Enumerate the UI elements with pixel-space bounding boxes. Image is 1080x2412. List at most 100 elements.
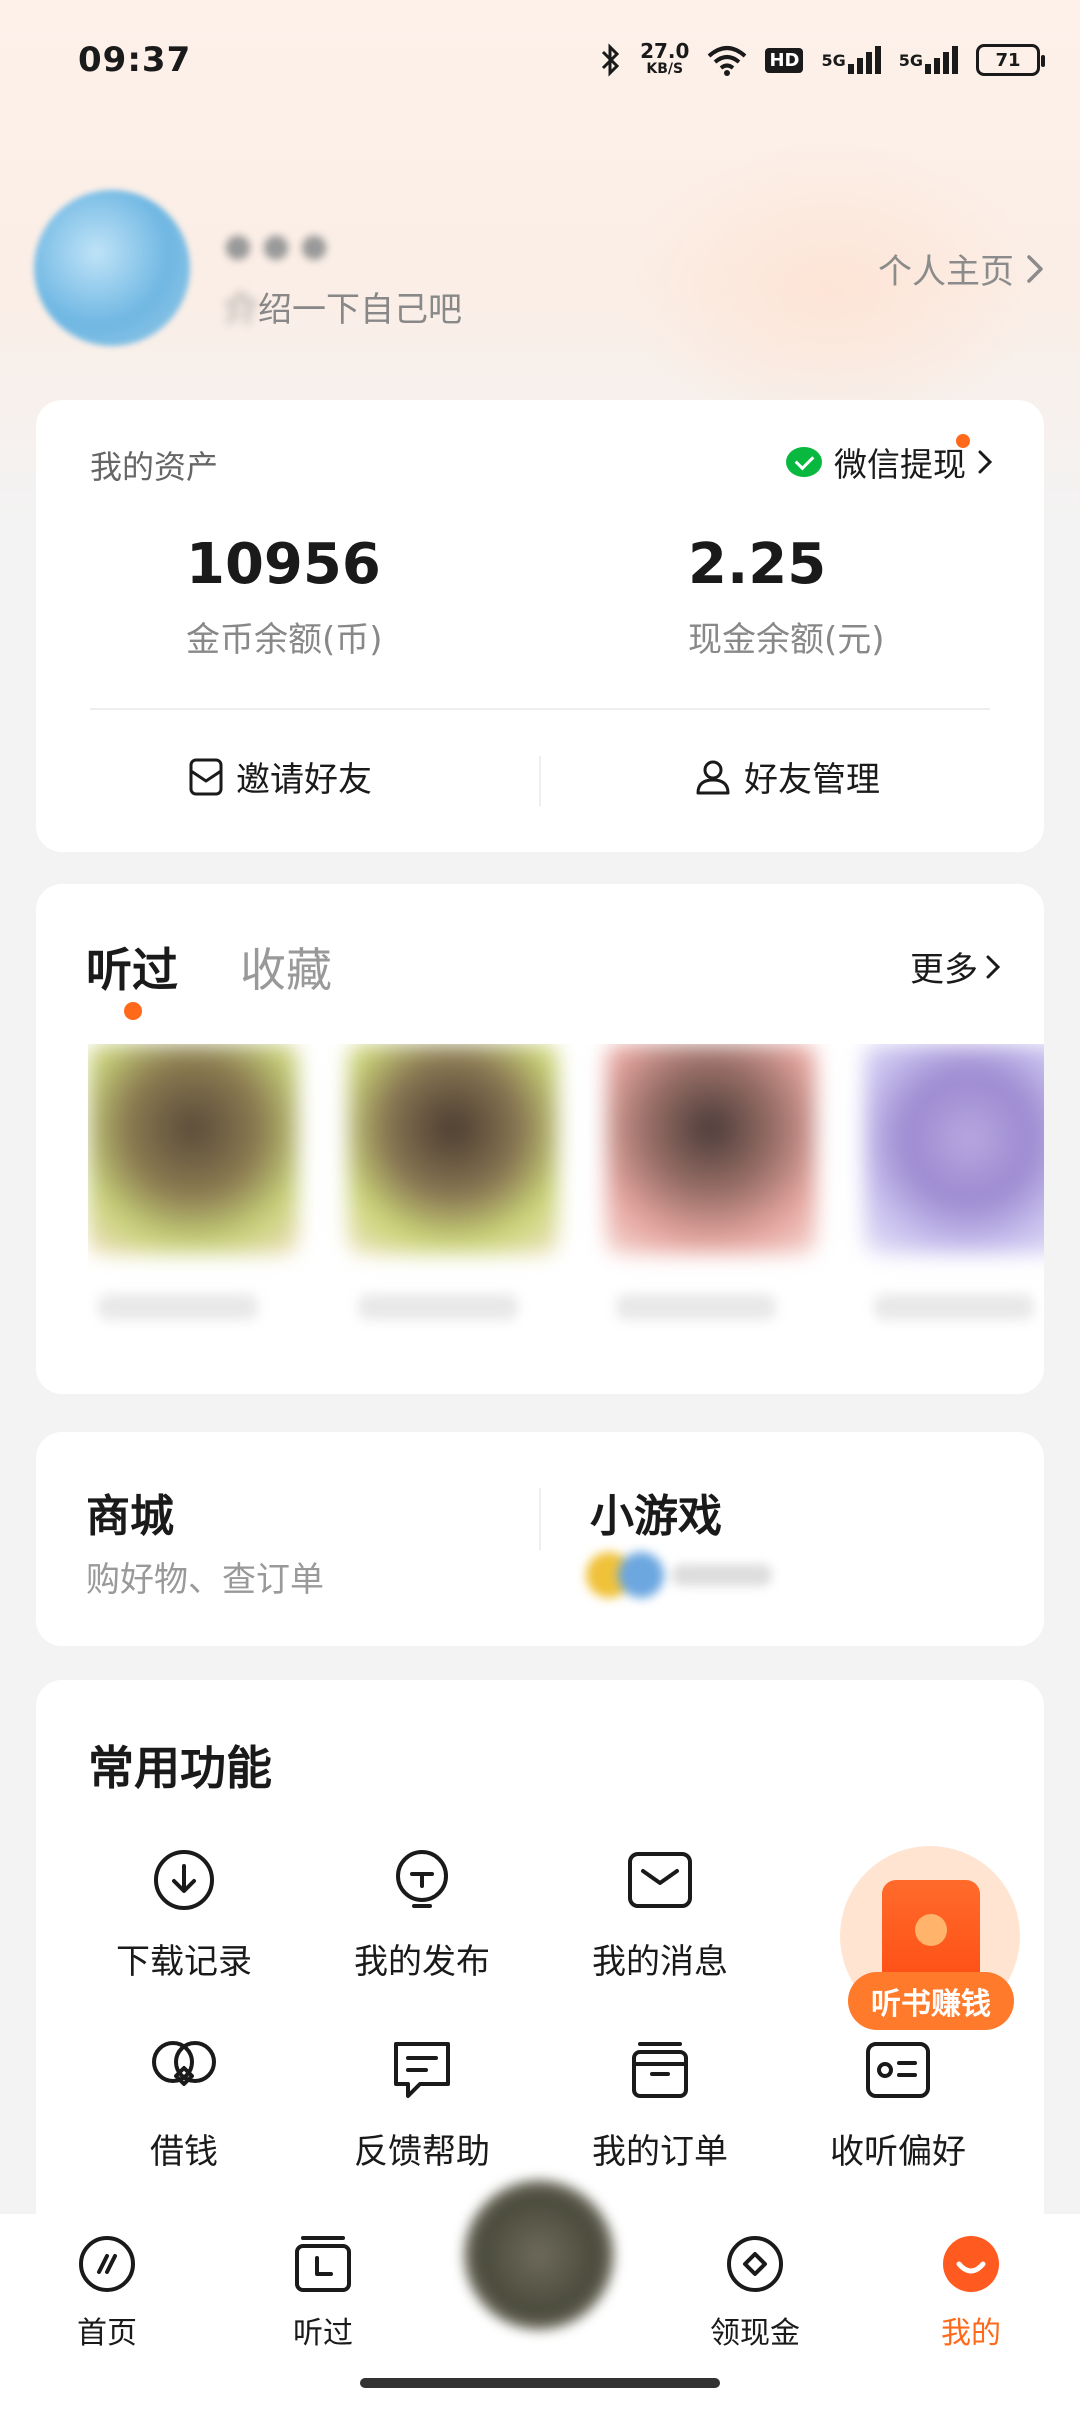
nickname-blurred: ● ● ● [224,226,329,264]
bluetooth-icon [600,43,622,77]
function-label: 借钱 [150,2132,218,2172]
cash-icon [723,2232,787,2296]
cash-balance-value[interactable]: 2.25 [688,532,826,597]
mini-game-title[interactable]: 小游戏 [590,1480,722,1544]
nav-home-label: 首页 [77,2316,137,2351]
nav-mine[interactable]: 我的 [896,2232,1046,2352]
book-title-blurred [616,1294,776,1320]
coins-balance-label: 金币余额(币) [186,620,383,660]
status-time: 09:37 [78,40,192,80]
book-cover[interactable] [606,1044,816,1254]
function-label: 下载记录 [116,1942,252,1982]
divider [90,708,990,710]
avatar[interactable] [34,190,190,346]
nav-listened-label: 听过 [293,2316,353,2351]
friend-management-button[interactable]: 好友管理 [694,752,880,801]
home-indicator[interactable] [360,2378,720,2388]
mall-game-card: 商城 购好物、查订单 小游戏 [36,1432,1044,1646]
history-icon [291,2232,355,2296]
mall-title[interactable]: 商城 [86,1480,174,1544]
book-title-blurred [98,1294,258,1320]
nav-listened[interactable]: 听过 [248,2232,398,2352]
book-cover[interactable] [88,1044,298,1254]
cash-balance-label: 现金余额(元) [688,620,885,660]
listening-preference-button[interactable]: 收听偏好 [788,2034,1008,2173]
invite-friends-button[interactable]: 邀请好友 [188,752,372,801]
chevron-right-icon [978,450,992,474]
book-cover[interactable] [348,1044,558,1254]
network-speed: 27.0 KB/S [640,39,690,78]
mall-subtitle: 购好物、查订单 [86,1560,324,1600]
chevron-right-icon [986,955,1000,978]
nav-home[interactable]: 首页 [32,2232,182,2352]
network-speed-value: 27.0 [640,39,690,63]
profile-header[interactable]: ● ● ● 介绍一下自己吧 个人主页 [34,190,1044,350]
profile-bio: 介绍一下自己吧 [224,290,462,330]
nav-mine-label: 我的 [941,2316,1001,2351]
active-tab-indicator [124,1002,142,1020]
profile-bio-text: 绍一下自己吧 [258,290,462,330]
friend-management-label: 好友管理 [744,760,880,800]
more-label: 更多 [910,950,978,990]
signal-type-label: 5G [821,50,846,70]
notification-dot [956,434,970,448]
invite-friends-label: 邀请好友 [236,760,372,800]
book-title-blurred [358,1294,518,1320]
function-label: 我的发布 [354,1942,490,1982]
network-speed-unit: KB/S [646,61,684,77]
status-icons: 27.0 KB/S HD 5G 5G 71 [600,39,1045,78]
assets-title: 我的资产 [90,448,219,486]
history-list [88,1044,1044,1364]
homepage-label: 个人主页 [878,252,1014,292]
more-button[interactable]: 更多 [910,942,1000,991]
my-publish-button[interactable]: 我的发布 [312,1844,532,1983]
history-card: 听过 收藏 更多 [36,884,1044,1394]
wifi-icon [707,44,747,76]
homepage-link[interactable]: 个人主页 [878,244,1044,293]
message-icon [624,1844,696,1916]
battery-level: 71 [995,49,1021,71]
download-icon [148,1844,220,1916]
mine-icon [939,2232,1003,2296]
download-records-button[interactable]: 下载记录 [74,1844,294,1983]
hd-voice-badge: HD [765,47,804,73]
coins-balance-value[interactable]: 10956 [186,532,381,597]
signal-icon: 5G [821,46,881,74]
function-label: 我的消息 [592,1942,728,1982]
feedback-icon [386,2034,458,2106]
divider [539,1488,541,1550]
wechat-withdraw-label: 微信提现 [834,445,966,484]
borrow-money-button[interactable]: 借钱 [74,2034,294,2173]
divider [539,756,541,806]
my-messages-button[interactable]: 我的消息 [550,1844,770,1983]
home-icon [75,2232,139,2296]
feedback-help-button[interactable]: 反馈帮助 [312,2034,532,2173]
now-playing-disc[interactable] [464,2180,614,2330]
user-icon [696,760,730,794]
chevron-right-icon [1027,254,1043,283]
battery-icon: 71 [976,44,1045,76]
function-label: 反馈帮助 [354,2132,490,2172]
wechat-icon [786,447,822,477]
my-orders-button[interactable]: 我的订单 [550,2034,770,2173]
assets-card: 我的资产 微信提现 10956 金币余额(币) 2.25 现金余额(元) 邀请好… [36,400,1044,852]
listen-earn-label: 听书赚钱 [848,1972,1014,2030]
mini-game-icons [586,1552,772,1598]
listen-earn-floating-button[interactable]: 听书赚钱 [840,1846,1020,2046]
signal-icon: 5G [899,46,958,74]
tab-listened[interactable]: 听过 [86,934,178,1000]
order-icon [624,2034,696,2106]
status-bar: 09:37 27.0 KB/S HD 5G 5G 71 [0,0,1080,120]
tab-favorites[interactable]: 收藏 [240,934,332,1000]
publish-icon [386,1844,458,1916]
nav-cash-label: 领现金 [710,2316,800,2351]
function-label: 我的订单 [592,2132,728,2172]
envelope-icon [189,758,223,795]
nav-cash[interactable]: 领现金 [680,2232,830,2352]
book-title-blurred [874,1294,1034,1320]
loan-icon [148,2034,220,2106]
signal-type-label: 5G [898,50,923,70]
wechat-withdraw-button[interactable]: 微信提现 [786,434,992,486]
function-label: 收听偏好 [830,2132,966,2172]
book-cover[interactable] [864,1044,1044,1254]
